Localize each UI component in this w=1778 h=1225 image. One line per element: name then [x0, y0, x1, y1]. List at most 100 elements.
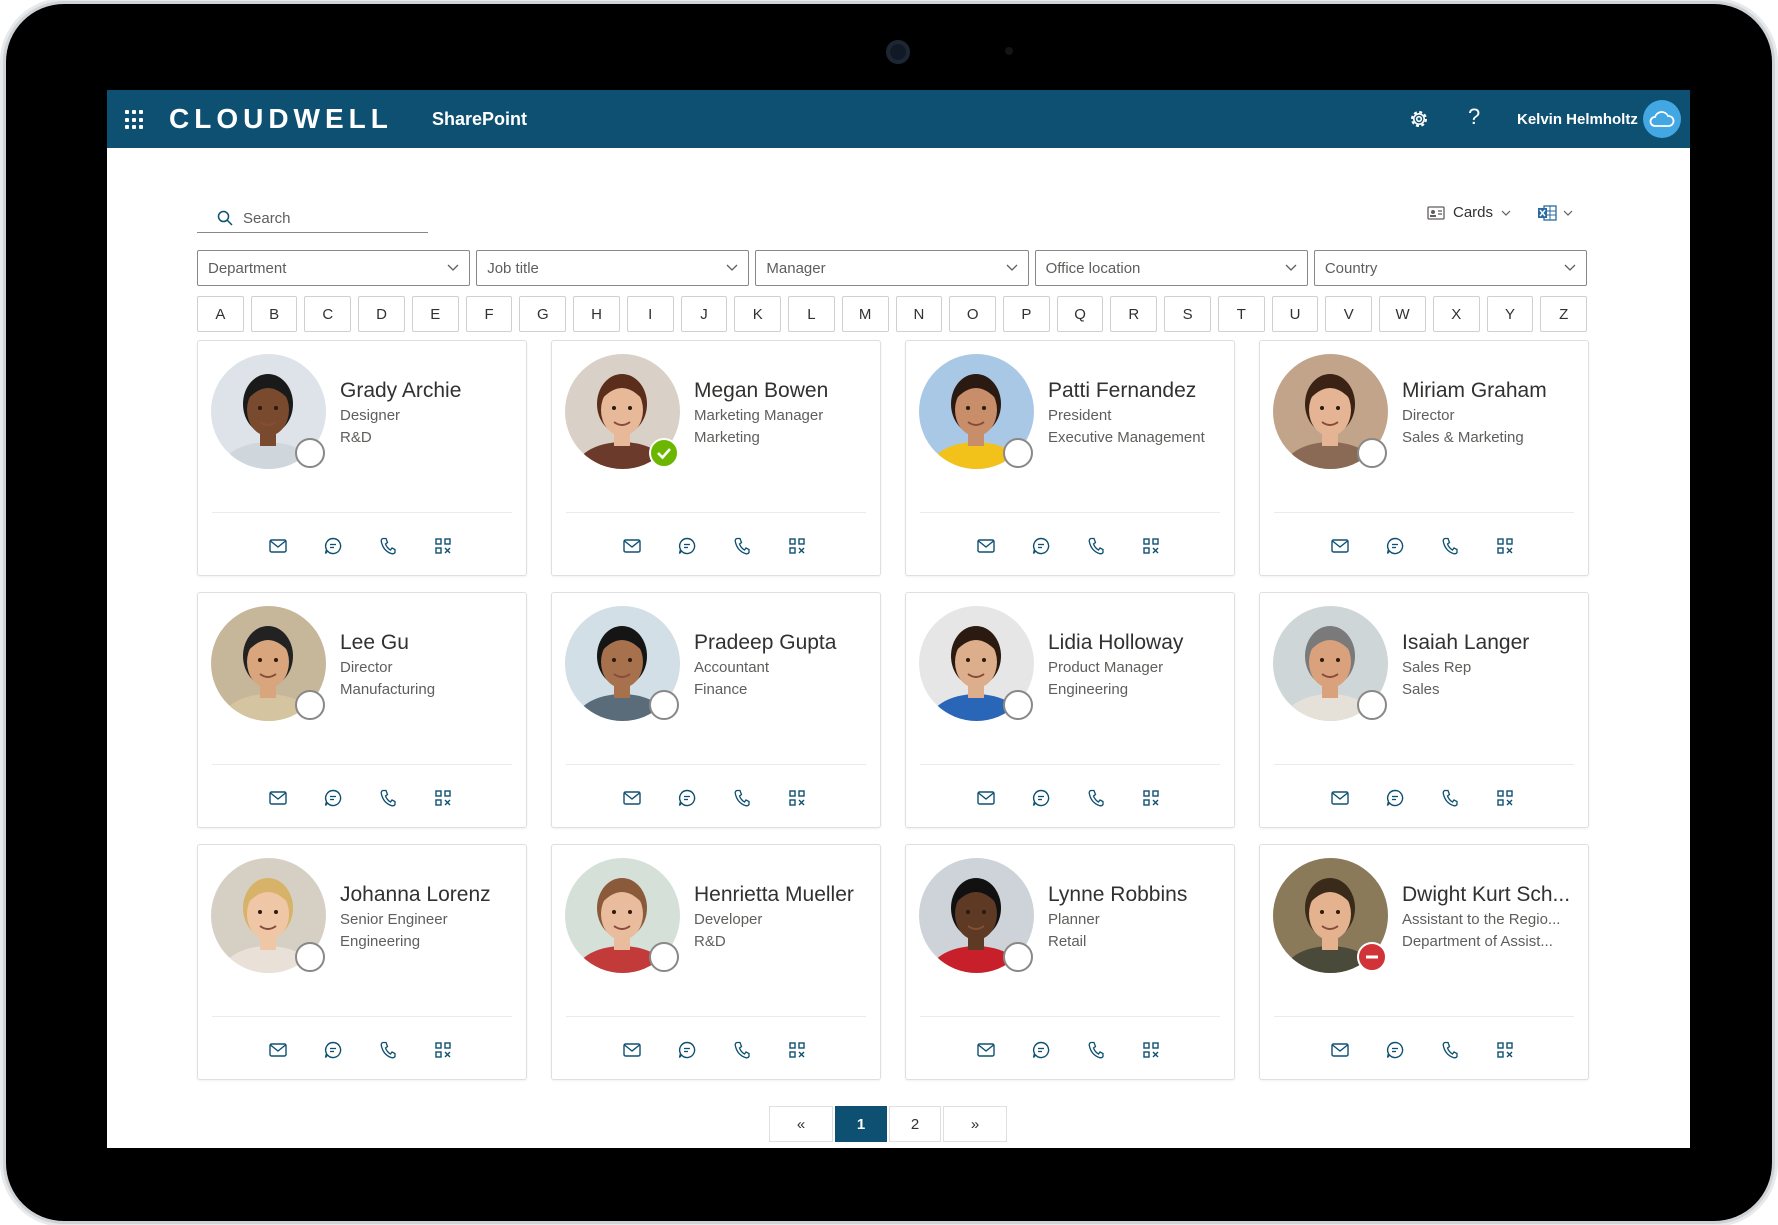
letter-filter-f[interactable]: F: [465, 296, 513, 332]
letter-filter-i[interactable]: I: [626, 296, 674, 332]
person-name[interactable]: Pradeep Gupta: [694, 631, 874, 655]
user-avatar[interactable]: [1643, 100, 1681, 138]
letter-filter-e[interactable]: E: [411, 296, 459, 332]
email-icon[interactable]: [622, 536, 642, 556]
person-card[interactable]: Isaiah Langer Sales Rep Sales: [1259, 592, 1589, 828]
letter-filter-d[interactable]: D: [358, 296, 405, 332]
prev-page-button[interactable]: «: [769, 1106, 833, 1142]
qr-code-icon[interactable]: [433, 1040, 453, 1060]
chat-icon[interactable]: [1031, 1040, 1051, 1060]
phone-icon[interactable]: [732, 788, 752, 808]
person-name[interactable]: Dwight Kurt Sch...: [1402, 883, 1582, 907]
page-button-2[interactable]: 2: [889, 1106, 941, 1142]
person-name[interactable]: Megan Bowen: [694, 379, 874, 403]
chat-icon[interactable]: [323, 788, 343, 808]
phone-icon[interactable]: [1086, 788, 1106, 808]
country-dropdown[interactable]: Country: [1313, 250, 1588, 286]
qr-code-icon[interactable]: [433, 788, 453, 808]
letter-filter-y[interactable]: Y: [1486, 296, 1534, 332]
view-mode-dropdown[interactable]: Cards: [1427, 204, 1511, 221]
letter-filter-h[interactable]: H: [573, 296, 620, 332]
person-name[interactable]: Henrietta Mueller: [694, 883, 874, 907]
person-card[interactable]: Dwight Kurt Sch... Assistant to the Regio…: [1259, 844, 1589, 1080]
email-icon[interactable]: [622, 788, 642, 808]
qr-code-icon[interactable]: [1495, 536, 1515, 556]
letter-filter-a[interactable]: A: [197, 296, 244, 332]
person-card[interactable]: Miriam Graham Director Sales & Marketing: [1259, 340, 1589, 576]
qr-code-icon[interactable]: [1495, 1040, 1515, 1060]
user-name[interactable]: Kelvin Helmholtz: [1517, 111, 1638, 128]
settings-gear-icon[interactable]: [1407, 107, 1431, 131]
manager-dropdown[interactable]: Manager: [755, 250, 1029, 286]
letter-filter-n[interactable]: N: [895, 296, 943, 332]
search-box[interactable]: Search: [197, 202, 428, 233]
chat-icon[interactable]: [677, 788, 697, 808]
chat-icon[interactable]: [677, 1040, 697, 1060]
chat-icon[interactable]: [1385, 1040, 1405, 1060]
email-icon[interactable]: [976, 1040, 996, 1060]
letter-filter-g[interactable]: G: [519, 296, 567, 332]
phone-icon[interactable]: [1440, 536, 1460, 556]
person-card[interactable]: Johanna Lorenz Senior Engineer Engineering: [197, 844, 527, 1080]
person-card[interactable]: Megan Bowen Marketing Manager Marketing: [551, 340, 881, 576]
email-icon[interactable]: [268, 788, 288, 808]
letter-filter-u[interactable]: U: [1271, 296, 1319, 332]
letter-filter-c[interactable]: C: [304, 296, 352, 332]
help-icon[interactable]: ?: [1468, 104, 1480, 130]
person-card[interactable]: Lee Gu Director Manufacturing: [197, 592, 527, 828]
letter-filter-v[interactable]: V: [1325, 296, 1373, 332]
phone-icon[interactable]: [378, 536, 398, 556]
phone-icon[interactable]: [732, 536, 752, 556]
site-name[interactable]: SharePoint: [432, 109, 527, 130]
phone-icon[interactable]: [378, 1040, 398, 1060]
letter-filter-b[interactable]: B: [250, 296, 298, 332]
letter-filter-l[interactable]: L: [788, 296, 835, 332]
letter-filter-p[interactable]: P: [1003, 296, 1050, 332]
export-excel-dropdown[interactable]: [1537, 204, 1573, 222]
qr-code-icon[interactable]: [1141, 788, 1161, 808]
email-icon[interactable]: [1330, 1040, 1350, 1060]
person-name[interactable]: Patti Fernandez: [1048, 379, 1228, 403]
qr-code-icon[interactable]: [787, 1040, 807, 1060]
qr-code-icon[interactable]: [1495, 788, 1515, 808]
person-name[interactable]: Grady Archie: [340, 379, 520, 403]
letter-filter-q[interactable]: Q: [1056, 296, 1104, 332]
letter-filter-r[interactable]: R: [1110, 296, 1158, 332]
person-name[interactable]: Johanna Lorenz: [340, 883, 520, 907]
letter-filter-x[interactable]: X: [1432, 296, 1480, 332]
person-card[interactable]: Henrietta Mueller Developer R&D: [551, 844, 881, 1080]
person-name[interactable]: Isaiah Langer: [1402, 631, 1582, 655]
chat-icon[interactable]: [323, 536, 343, 556]
chat-icon[interactable]: [323, 1040, 343, 1060]
person-card[interactable]: Pradeep Gupta Accountant Finance: [551, 592, 881, 828]
phone-icon[interactable]: [1440, 788, 1460, 808]
chat-icon[interactable]: [1385, 788, 1405, 808]
email-icon[interactable]: [1330, 536, 1350, 556]
letter-filter-m[interactable]: M: [841, 296, 889, 332]
letter-filter-w[interactable]: W: [1379, 296, 1426, 332]
letter-filter-j[interactable]: J: [680, 296, 728, 332]
qr-code-icon[interactable]: [787, 788, 807, 808]
qr-code-icon[interactable]: [433, 536, 453, 556]
letter-filter-o[interactable]: O: [949, 296, 997, 332]
letter-filter-s[interactable]: S: [1164, 296, 1211, 332]
email-icon[interactable]: [268, 536, 288, 556]
person-card[interactable]: Patti Fernandez President Executive Manage…: [905, 340, 1235, 576]
person-card[interactable]: Grady Archie Designer R&D: [197, 340, 527, 576]
person-name[interactable]: Lee Gu: [340, 631, 520, 655]
person-card[interactable]: Lynne Robbins Planner Retail: [905, 844, 1235, 1080]
job-title-dropdown[interactable]: Job title: [476, 250, 750, 286]
email-icon[interactable]: [268, 1040, 288, 1060]
chat-icon[interactable]: [1031, 536, 1051, 556]
chat-icon[interactable]: [1031, 788, 1051, 808]
person-name[interactable]: Lynne Robbins: [1048, 883, 1228, 907]
page-button-1[interactable]: 1: [835, 1106, 887, 1142]
brand-logo[interactable]: CLOUDWELL: [169, 103, 393, 135]
phone-icon[interactable]: [1086, 536, 1106, 556]
letter-filter-t[interactable]: T: [1217, 296, 1265, 332]
letter-filter-z[interactable]: Z: [1540, 296, 1588, 332]
qr-code-icon[interactable]: [787, 536, 807, 556]
chat-icon[interactable]: [677, 536, 697, 556]
phone-icon[interactable]: [1086, 1040, 1106, 1060]
email-icon[interactable]: [976, 788, 996, 808]
